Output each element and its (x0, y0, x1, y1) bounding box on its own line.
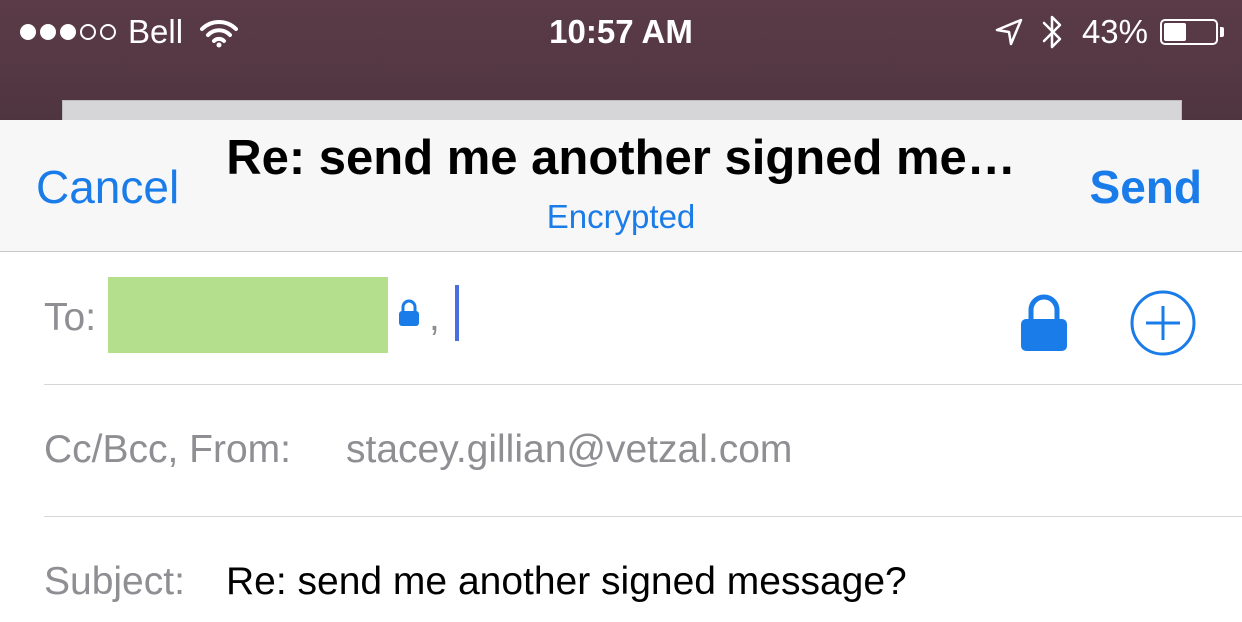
cc-from-row[interactable]: Cc/Bcc, From: stacey.gillian@vetzal.com (44, 385, 1242, 517)
status-right: 43% (994, 12, 1224, 52)
bluetooth-icon (1042, 15, 1062, 49)
lock-icon[interactable] (1020, 294, 1068, 352)
encryption-status: Encrypted (546, 198, 696, 235)
subject-label: Subject: (44, 560, 185, 603)
subject-row[interactable]: Subject: Re: send me another signed mess… (44, 517, 1242, 622)
recipient-token[interactable] (108, 277, 388, 353)
recipient-separator: , (429, 296, 440, 339)
cc-from-label: Cc/Bcc, From: (44, 428, 292, 471)
to-label: To: (44, 296, 97, 339)
to-row: To: , (44, 252, 1242, 385)
battery-percent: 43% (1081, 13, 1148, 50)
subject-input[interactable]: Re: send me another signed message? (226, 560, 907, 604)
battery-icon (1160, 19, 1218, 45)
text-cursor (455, 285, 459, 341)
battery-level (1164, 23, 1186, 41)
location-arrow-icon (995, 18, 1023, 46)
from-address[interactable]: stacey.gillian@vetzal.com (346, 428, 792, 472)
battery-tip (1220, 27, 1224, 37)
compose-nav-bar: Cancel Re: send me another signed me… En… (0, 120, 1242, 252)
send-button[interactable]: Send (1090, 160, 1202, 214)
compose-title: Re: send me another signed me… (226, 131, 1016, 185)
small-lock-icon (399, 299, 419, 326)
add-circle-icon[interactable] (1130, 290, 1196, 356)
